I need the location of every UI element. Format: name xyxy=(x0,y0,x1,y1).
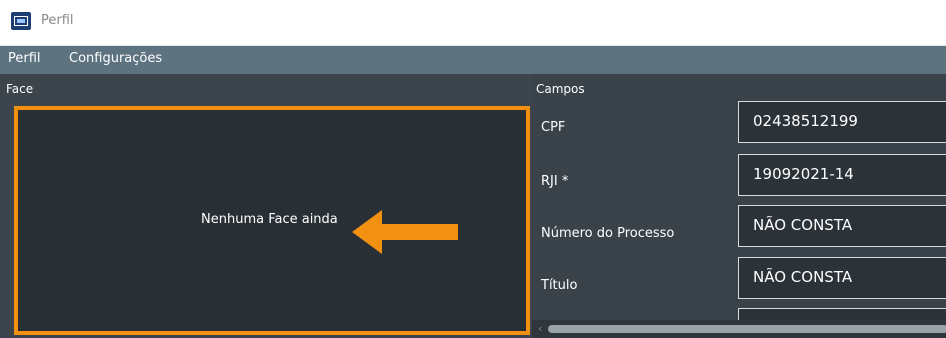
titulo-field[interactable]: NÃO CONSTA xyxy=(738,257,946,299)
menu-bar: Perfil Configurações xyxy=(0,46,946,74)
scroll-thumb[interactable] xyxy=(548,325,946,333)
face-panel: Face Nenhuma Face ainda xyxy=(0,74,532,338)
cpf-field[interactable]: 02438512199 xyxy=(738,101,946,143)
fields-section-label: Campos xyxy=(536,82,585,96)
field-label-numero-processo: Número do Processo xyxy=(541,226,675,241)
chevron-left-icon[interactable]: ‹ xyxy=(538,322,542,335)
field-label-cpf: CPF xyxy=(541,120,566,135)
app-icon xyxy=(11,12,31,30)
menu-item-perfil[interactable]: Perfil xyxy=(8,51,41,66)
window-title: Perfil xyxy=(41,13,74,28)
field-label-rji: RJI * xyxy=(541,174,569,189)
title-bar: Perfil xyxy=(0,0,946,46)
face-section-label: Face xyxy=(6,82,34,96)
field-label-titulo: Título xyxy=(541,278,578,293)
arrow-left-icon xyxy=(352,210,458,254)
numero-processo-field[interactable]: NÃO CONSTA xyxy=(738,205,946,247)
face-placeholder-text: Nenhuma Face ainda xyxy=(201,212,338,227)
menu-item-configuracoes[interactable]: Configurações xyxy=(69,51,162,66)
rji-field[interactable]: 19092021-14 xyxy=(738,154,946,196)
main-content: Face Nenhuma Face ainda Campos CPF 02438… xyxy=(0,74,946,338)
fields-panel: Campos CPF 02438512199 RJI * 19092021-14… xyxy=(532,74,946,338)
horizontal-scrollbar[interactable]: ‹ xyxy=(532,320,946,338)
